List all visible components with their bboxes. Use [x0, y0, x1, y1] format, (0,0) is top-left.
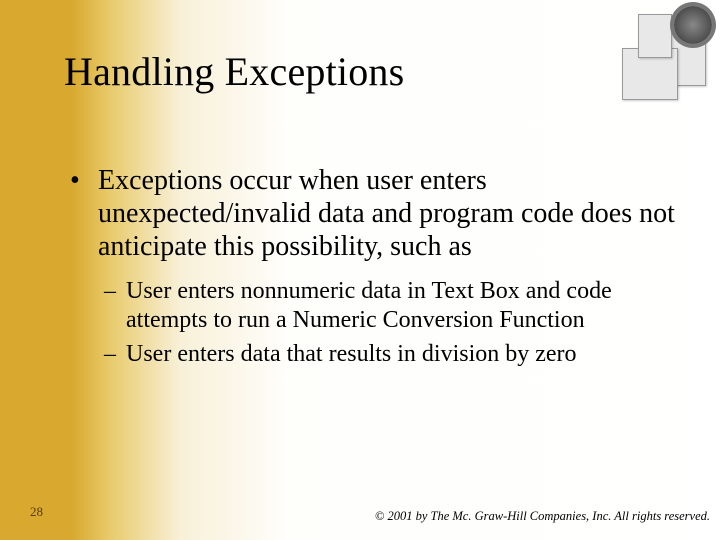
bullet-level-1: • Exceptions occur when user enters unex…: [70, 164, 680, 263]
page-number: 28: [30, 504, 43, 520]
copyright: © 2001 by The Mc. Graw-Hill Companies, I…: [375, 509, 710, 524]
slide-title: Handling Exceptions: [64, 48, 404, 95]
slide: Handling Exceptions • Exceptions occur w…: [0, 0, 720, 540]
corner-graphic: [602, 6, 712, 106]
dash-marker: –: [104, 277, 126, 336]
bullet-level-2: – User enters nonnumeric data in Text Bo…: [104, 277, 680, 336]
dash-marker: –: [104, 340, 126, 369]
bullet-text: User enters data that results in divisio…: [126, 340, 577, 369]
bullet-text: User enters nonnumeric data in Text Box …: [126, 277, 680, 336]
bullet-text: Exceptions occur when user enters unexpe…: [98, 164, 680, 263]
bullet-marker: •: [70, 164, 98, 263]
bullet-level-2: – User enters data that results in divis…: [104, 340, 680, 369]
slide-body: • Exceptions occur when user enters unex…: [70, 164, 680, 373]
